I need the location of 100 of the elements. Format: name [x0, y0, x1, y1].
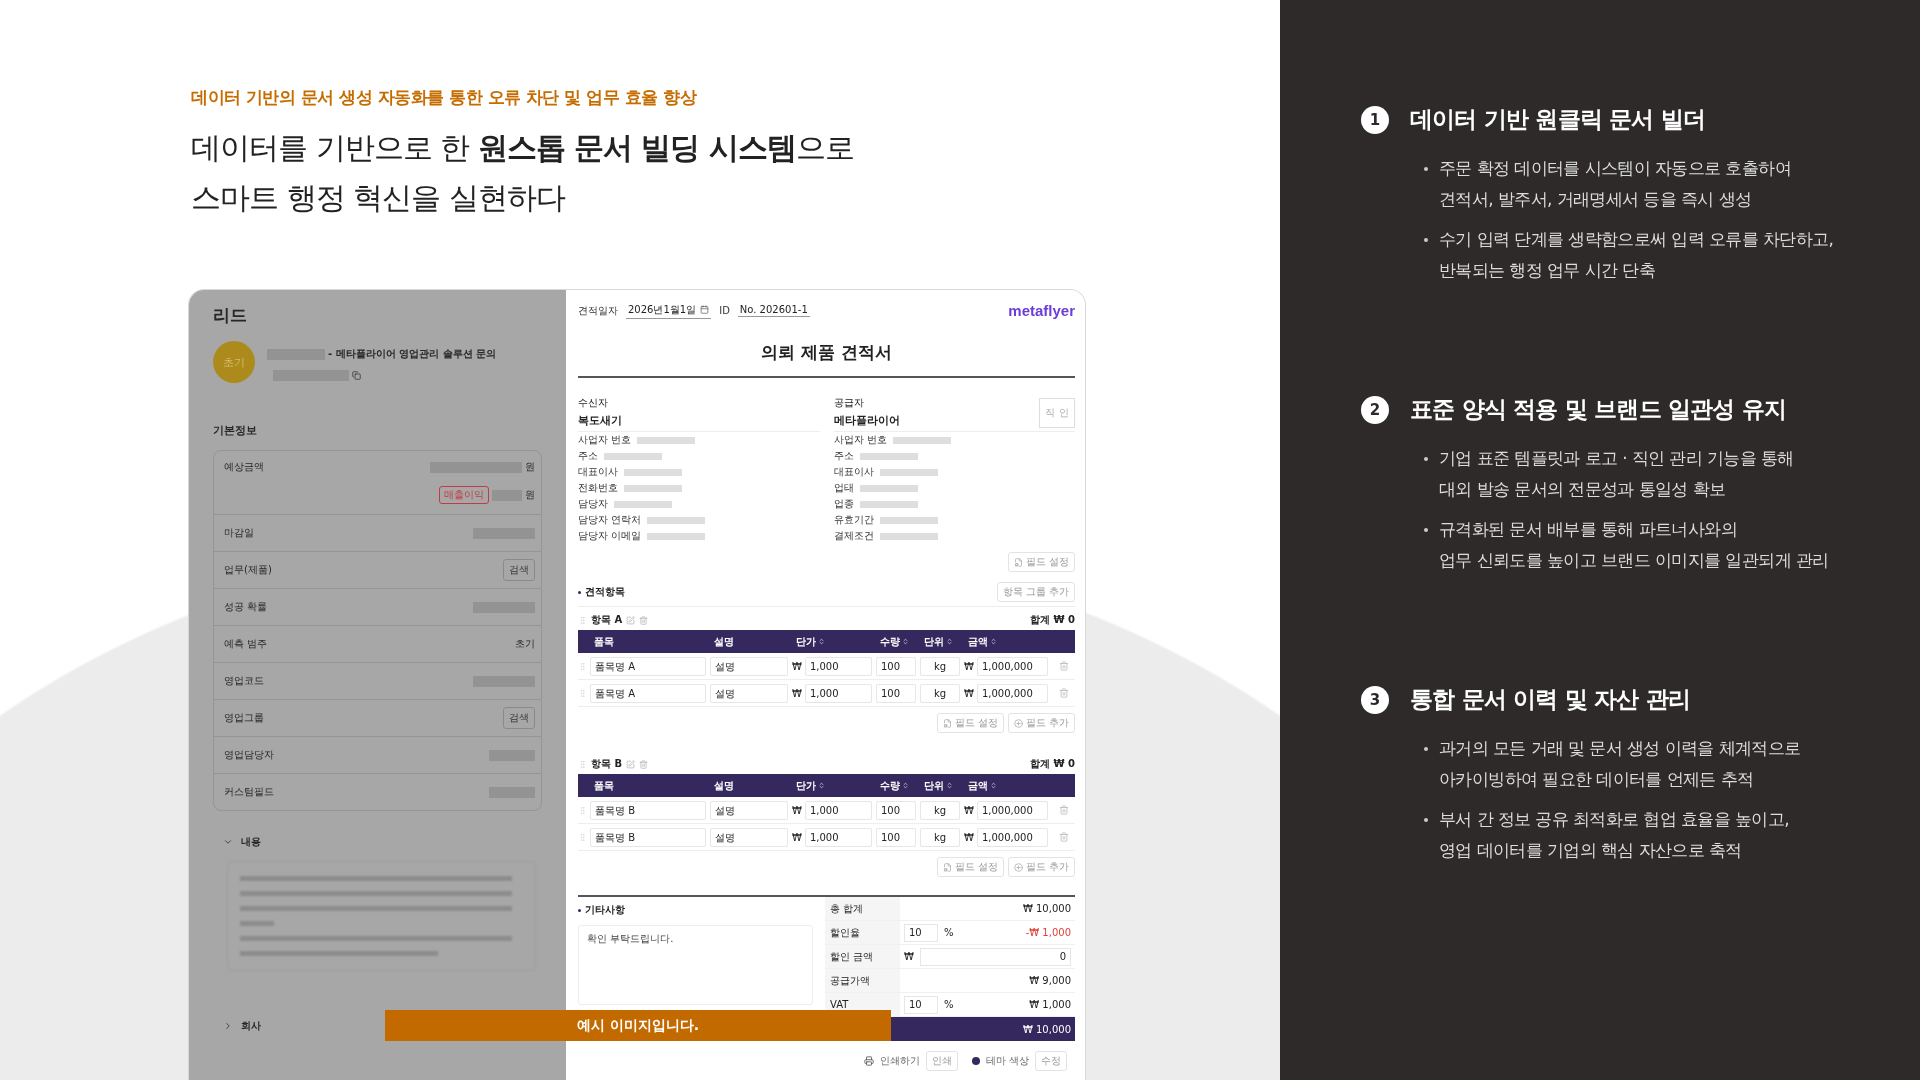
copy-icon[interactable]: [352, 371, 361, 380]
logo: metaflyer: [1008, 302, 1075, 319]
field-label: 마감일: [224, 526, 254, 540]
printer-icon: [863, 1056, 874, 1066]
field-label: 영업코드: [224, 674, 264, 688]
info-label: 유효기간: [833, 513, 874, 527]
unit-field[interactable]: kg: [920, 800, 960, 820]
percent-field[interactable]: 10: [904, 923, 938, 942]
total-label: 할인율: [825, 921, 900, 944]
plus-icon: [1013, 862, 1023, 872]
grand-total: ₩ 10,000: [1022, 1023, 1071, 1035]
field-label: 성공 확률: [224, 600, 268, 614]
price-field[interactable]: 1,000: [804, 827, 872, 847]
column-header[interactable]: 수량: [876, 778, 916, 793]
currency-symbol: ₩: [792, 660, 802, 672]
date-field[interactable]: 2026년1월1일: [626, 302, 712, 319]
info-label: 업태: [833, 481, 854, 495]
redaction-bar: [624, 468, 682, 476]
amount-field[interactable]: 1,000,000: [976, 800, 1048, 820]
redaction-bar: [879, 468, 938, 476]
info-label: 사업자 번호: [833, 433, 887, 447]
redaction-bar: [859, 484, 918, 492]
step-number: 2: [1361, 395, 1389, 424]
redaction-bar: [647, 532, 706, 540]
trash-icon: [639, 759, 649, 769]
field-value: 초기: [515, 637, 535, 651]
redaction-bar: [879, 516, 938, 524]
currency-unit: 원: [525, 488, 535, 502]
stamp-box: 직 인: [1039, 398, 1075, 428]
calendar-icon[interactable]: [700, 305, 710, 314]
quantity-field[interactable]: 100: [876, 800, 916, 820]
unit-field[interactable]: kg: [920, 656, 960, 676]
quantity-field[interactable]: 100: [876, 656, 916, 676]
price-field[interactable]: 1,000: [804, 683, 872, 703]
column-header: 설명: [713, 778, 735, 793]
bullet-icon: [1424, 528, 1428, 532]
description-field[interactable]: 설명: [710, 800, 788, 820]
quantity-field[interactable]: 100: [876, 827, 916, 847]
price-field[interactable]: 1,000: [804, 656, 872, 676]
settings-icon: [942, 718, 952, 728]
redaction-bar: [859, 452, 918, 460]
price-field[interactable]: 1,000: [804, 800, 872, 820]
action-label: 인쇄하기: [879, 1054, 920, 1068]
section-toggle[interactable]: 회사: [223, 1019, 261, 1033]
id-field[interactable]: No. 202601-1: [737, 304, 810, 317]
unit-field[interactable]: kg: [920, 827, 960, 847]
search-button[interactable]: 검색: [503, 707, 535, 729]
sort-icon: [946, 782, 953, 789]
quantity-field[interactable]: 100: [876, 683, 916, 703]
amount-field[interactable]: 1,000,000: [976, 827, 1048, 847]
column-header[interactable]: 수량: [876, 634, 916, 649]
edit-icon: [626, 615, 636, 625]
trash-icon[interactable]: [1058, 661, 1069, 671]
settings-icon: [1013, 557, 1023, 567]
action-label: 테마 색상: [985, 1054, 1029, 1068]
column-header[interactable]: 단가: [792, 634, 872, 649]
trash-icon[interactable]: [1058, 805, 1069, 815]
section-toggle[interactable]: 내용: [223, 835, 261, 849]
field-label: 커스텀필드: [224, 785, 274, 799]
panel-title: 리드: [213, 304, 248, 327]
drag-handle-icon: [578, 615, 587, 625]
description-field[interactable]: 설명: [710, 656, 788, 676]
party-name: 복도새기: [578, 413, 622, 428]
currency-symbol: ₩: [964, 687, 974, 699]
bullet-text: 수기 입력 단계를 생략함으로써 입력 오류를 차단하고, 반복되는 행정 업무 시간 단축: [1439, 228, 1834, 282]
item-field[interactable]: 품목명 A: [590, 683, 706, 703]
redaction-bar: [637, 436, 696, 444]
percent-field[interactable]: 10: [904, 995, 938, 1014]
chevron-icon: [223, 1021, 233, 1031]
notes-field[interactable]: 확인 부탁드립니다.: [578, 925, 813, 1005]
unit-field[interactable]: kg: [920, 683, 960, 703]
drag-handle-icon: [578, 661, 587, 671]
amount-field[interactable]: 1,000,000: [976, 683, 1048, 703]
feature-title: 데이터 기반 원클릭 문서 빌더: [1410, 105, 1706, 134]
discount-field[interactable]: 0: [919, 947, 1071, 966]
column-header[interactable]: 금액: [964, 634, 1048, 649]
redaction-bar: [614, 500, 672, 508]
column-header[interactable]: 금액: [964, 778, 1048, 793]
total-value: ₩ 10,000: [1022, 903, 1071, 914]
currency-symbol: ₩: [792, 804, 802, 816]
info-label: 담당자: [578, 497, 608, 511]
currency-symbol: ₩: [964, 831, 974, 843]
theme-color-dot: [971, 1057, 980, 1065]
currency-symbol: ₩: [964, 660, 974, 672]
item-field[interactable]: 품목명 B: [590, 800, 706, 820]
redaction-bar: [604, 452, 662, 460]
column-header[interactable]: 단위: [920, 634, 960, 649]
description-field[interactable]: 설명: [710, 683, 788, 703]
search-button[interactable]: 검색: [503, 559, 535, 581]
section-title: 견적항목: [578, 585, 625, 599]
trash-icon[interactable]: [1058, 688, 1069, 698]
currency-unit: 원: [525, 460, 535, 474]
item-field[interactable]: 품목명 A: [590, 656, 706, 676]
redaction-bar: [624, 484, 682, 492]
column-header[interactable]: 단위: [920, 778, 960, 793]
column-header[interactable]: 단가: [792, 778, 872, 793]
item-field[interactable]: 품목명 B: [590, 827, 706, 847]
amount-field[interactable]: 1,000,000: [976, 656, 1048, 676]
description-field[interactable]: 설명: [710, 827, 788, 847]
trash-icon[interactable]: [1058, 832, 1069, 842]
